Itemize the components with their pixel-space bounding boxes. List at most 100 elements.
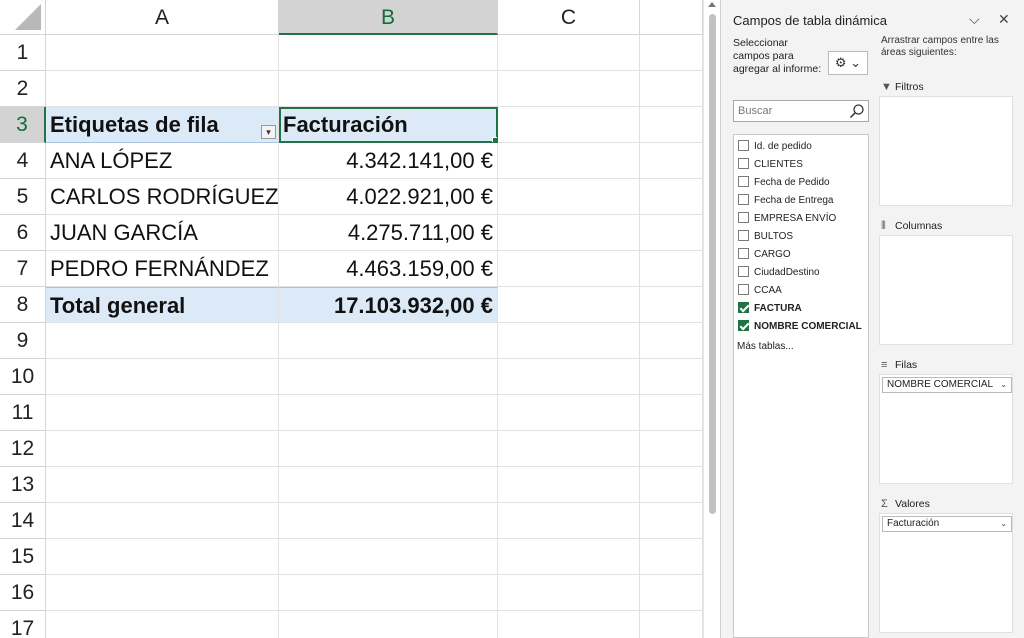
cell[interactable] — [279, 503, 498, 539]
scroll-up-arrow-icon[interactable] — [708, 2, 716, 7]
row-header-15[interactable]: 15 — [0, 539, 46, 575]
cell[interactable] — [640, 287, 703, 323]
field-item[interactable]: CLIENTES — [738, 156, 803, 174]
cell[interactable] — [640, 611, 703, 638]
row-header-4[interactable]: 4 — [0, 143, 46, 179]
cell[interactable] — [279, 395, 498, 431]
row-header-16[interactable]: 16 — [0, 575, 46, 611]
cell[interactable] — [279, 467, 498, 503]
cell[interactable] — [46, 395, 279, 431]
cell[interactable] — [498, 323, 640, 359]
cell[interactable] — [279, 35, 498, 71]
cell[interactable] — [640, 35, 703, 71]
pivot-value[interactable]: 4.022.921,00 € — [279, 179, 498, 215]
scrollbar-thumb[interactable] — [709, 14, 716, 514]
more-tables-link[interactable]: Más tablas... — [737, 341, 794, 352]
search-icon[interactable] — [849, 103, 865, 119]
checkbox[interactable] — [738, 212, 749, 223]
checkbox[interactable] — [738, 248, 749, 259]
cell[interactable] — [498, 107, 640, 143]
row-labels-filter-icon[interactable]: ▾ — [261, 125, 276, 139]
cell[interactable] — [46, 71, 279, 107]
close-icon[interactable]: ✕ — [998, 11, 1010, 28]
cell[interactable] — [640, 575, 703, 611]
cell[interactable] — [640, 395, 703, 431]
row-header-13[interactable]: 13 — [0, 467, 46, 503]
cell[interactable] — [498, 71, 640, 107]
cell[interactable] — [640, 539, 703, 575]
cell[interactable] — [640, 143, 703, 179]
cell[interactable] — [640, 71, 703, 107]
cell[interactable] — [46, 467, 279, 503]
cell[interactable] — [46, 431, 279, 467]
cell[interactable] — [498, 575, 640, 611]
row-header-12[interactable]: 12 — [0, 431, 46, 467]
field-item[interactable]: EMPRESA ENVÍO — [738, 210, 836, 228]
pivot-value[interactable]: 4.275.711,00 € — [279, 215, 498, 251]
cell[interactable] — [498, 503, 640, 539]
field-item[interactable]: Id. de pedido — [738, 138, 812, 156]
checkbox[interactable] — [738, 194, 749, 205]
cell[interactable] — [640, 251, 703, 287]
rows-drop-area[interactable]: NOMBRE COMERCIAL ⌄ — [879, 374, 1013, 484]
cell[interactable] — [498, 215, 640, 251]
cell[interactable] — [640, 107, 703, 143]
pivot-value[interactable]: 4.342.141,00 € — [279, 143, 498, 179]
cell[interactable] — [279, 71, 498, 107]
row-header-10[interactable]: 10 — [0, 359, 46, 395]
row-header-1[interactable]: 1 — [0, 35, 46, 71]
pivot-row-label[interactable]: CARLOS RODRÍGUEZ — [46, 179, 279, 215]
chevron-down-icon[interactable]: ⌄ — [1000, 378, 1007, 392]
cell[interactable] — [498, 431, 640, 467]
pivot-value[interactable]: 4.463.159,00 € — [279, 251, 498, 287]
field-item[interactable]: Fecha de Entrega — [738, 192, 834, 210]
checkbox-checked[interactable] — [738, 302, 749, 313]
cell[interactable] — [640, 503, 703, 539]
cell[interactable] — [640, 359, 703, 395]
field-search-box[interactable] — [733, 100, 869, 122]
checkbox-checked[interactable] — [738, 320, 749, 331]
column-header-b[interactable]: B — [279, 0, 498, 35]
cell[interactable] — [279, 323, 498, 359]
pivot-row-label[interactable]: JUAN GARCÍA — [46, 215, 279, 251]
field-item[interactable]: CiudadDestino — [738, 264, 820, 282]
rows-field-chip[interactable]: NOMBRE COMERCIAL ⌄ — [882, 377, 1012, 393]
cell[interactable] — [46, 503, 279, 539]
cell[interactable] — [498, 251, 640, 287]
pivot-value-header[interactable]: Facturación — [279, 107, 498, 143]
row-header-17[interactable]: 17 — [0, 611, 46, 638]
tools-gear-button[interactable]: ⚙ ⌄ — [828, 51, 868, 75]
values-drop-area[interactable]: Facturación ⌄ — [879, 513, 1013, 633]
pivot-total-value[interactable]: 17.103.932,00 € — [279, 287, 498, 323]
row-header-9[interactable]: 9 — [0, 323, 46, 359]
column-header-c[interactable]: C — [498, 0, 640, 35]
chevron-down-icon[interactable]: ⌄ — [1000, 517, 1007, 531]
row-header-5[interactable]: 5 — [0, 179, 46, 215]
cell[interactable] — [640, 179, 703, 215]
checkbox[interactable] — [738, 176, 749, 187]
pivot-row-label[interactable]: ANA LÓPEZ — [46, 143, 279, 179]
field-item[interactable]: CARGO — [738, 246, 791, 264]
field-item[interactable]: CCAA — [738, 282, 782, 300]
checkbox[interactable] — [738, 140, 749, 151]
cell[interactable] — [46, 539, 279, 575]
column-header-d[interactable] — [640, 0, 703, 35]
row-header-8[interactable]: 8 — [0, 287, 46, 323]
field-item[interactable]: Fecha de Pedido — [738, 174, 830, 192]
row-header-11[interactable]: 11 — [0, 395, 46, 431]
cell[interactable] — [46, 611, 279, 638]
values-field-chip[interactable]: Facturación ⌄ — [882, 516, 1012, 532]
field-search-input[interactable] — [734, 101, 846, 121]
checkbox[interactable] — [738, 230, 749, 241]
pivot-row-labels-header[interactable]: Etiquetas de fila ▾ — [46, 107, 279, 143]
pivot-total-label[interactable]: Total general — [46, 287, 279, 323]
field-item-checked[interactable]: FACTURA — [738, 300, 802, 318]
checkbox[interactable] — [738, 284, 749, 295]
cell[interactable] — [640, 467, 703, 503]
cell[interactable] — [279, 431, 498, 467]
collapse-chevron-icon[interactable]: ⌵ — [969, 11, 980, 28]
row-header-3[interactable]: 3 — [0, 107, 46, 143]
row-header-6[interactable]: 6 — [0, 215, 46, 251]
cell[interactable] — [46, 575, 279, 611]
cell[interactable] — [498, 467, 640, 503]
